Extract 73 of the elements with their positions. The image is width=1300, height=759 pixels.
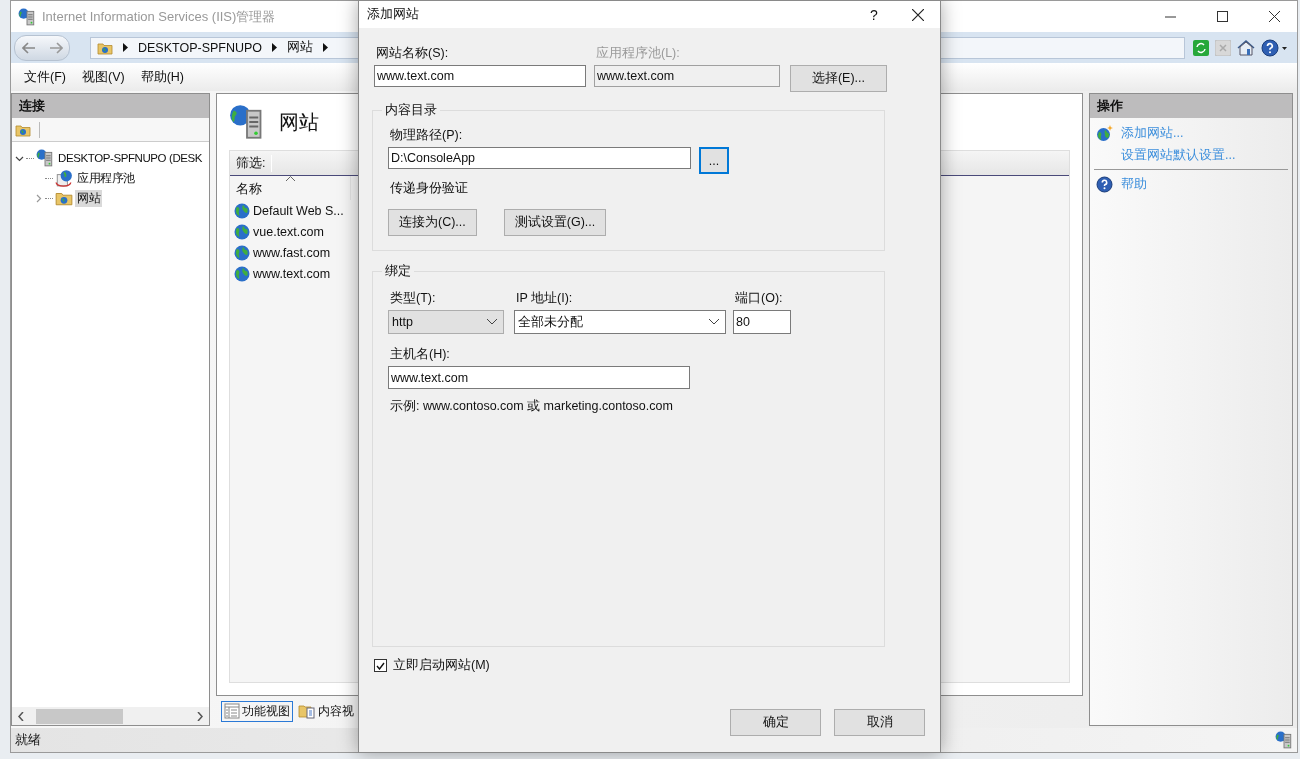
- back-icon[interactable]: [21, 41, 36, 54]
- refresh-icon[interactable]: [1193, 39, 1209, 56]
- scroll-right-icon[interactable]: [197, 711, 203, 721]
- menu-item[interactable]: 帮助(H): [140, 68, 184, 86]
- view-tab[interactable]: 功能视图: [221, 700, 293, 722]
- tree-item[interactable]: 应用程序池: [75, 169, 137, 187]
- page-title: 网站: [279, 109, 319, 135]
- group-title: 绑定: [384, 263, 412, 280]
- server-status-icon: [1275, 731, 1293, 749]
- site-name-field[interactable]: www.text.com: [374, 65, 586, 87]
- dialog-title: 添加网站: [367, 6, 420, 23]
- auth-label: 传递身份验证: [389, 180, 469, 197]
- group-title: 内容目录: [384, 102, 438, 119]
- checkbox[interactable]: [374, 659, 387, 672]
- field-label: 主机名(H):: [389, 346, 451, 362]
- dropdown[interactable]: http: [388, 310, 504, 334]
- close-icon[interactable]: [912, 8, 924, 21]
- filter-label: 筛选:: [230, 154, 273, 172]
- site-name[interactable]: vue.text.com: [253, 224, 324, 239]
- dialog-button[interactable]: 连接为(C)...: [388, 209, 477, 236]
- globe-icon: [234, 202, 250, 219]
- host-name-field[interactable]: www.text.com: [388, 366, 690, 389]
- folder-document-icon: [298, 703, 316, 719]
- browse-button[interactable]: ...: [699, 147, 729, 174]
- dialog-button[interactable]: 测试设置(G)...: [503, 209, 607, 236]
- example-text: 示例: www.contoso.com 或 marketing.contoso.com: [389, 398, 674, 415]
- field-label: 物理路径(P):: [389, 127, 464, 143]
- menu-item[interactable]: 视图(V): [81, 68, 125, 86]
- globe-icon: [234, 223, 250, 240]
- globe-icon: [234, 265, 250, 282]
- physical-path-field[interactable]: D:\ConsoleApp: [388, 147, 691, 169]
- application-pool-icon: [55, 169, 73, 187]
- tree-item[interactable]: DESKTOP-SPFNUPO (DESK: [56, 151, 205, 165]
- site-name[interactable]: Default Web S...: [253, 203, 344, 218]
- pane-header: 连接: [12, 94, 209, 118]
- pane-header: 操作: [1090, 94, 1292, 118]
- maximize-icon[interactable]: [1216, 11, 1228, 22]
- help-button[interactable]: ?: [852, 6, 896, 23]
- dialog-button[interactable]: 确定: [730, 709, 821, 736]
- status-text: 就绪: [15, 731, 41, 749]
- home-icon[interactable]: [1237, 39, 1255, 56]
- tree-item[interactable]: 网站: [75, 189, 103, 207]
- select-button[interactable]: 选择(E)...: [790, 65, 887, 92]
- breadcrumb-arrow-icon[interactable]: [323, 43, 329, 52]
- breadcrumb-arrow-icon[interactable]: [123, 43, 128, 52]
- field-label: 网站名称(S):: [375, 45, 450, 61]
- scroll-left-icon[interactable]: [18, 711, 24, 721]
- dialog-button[interactable]: 取消: [834, 709, 925, 736]
- window-title: Internet Information Services (IIS)管理器: [42, 7, 276, 26]
- sort-caret-icon: [286, 176, 295, 181]
- breadcrumb-item[interactable]: DESKTOP-SPFNUPO: [138, 40, 263, 55]
- field-label: 应用程序池(L):: [595, 45, 681, 61]
- server-icon: [36, 149, 54, 167]
- view-tab[interactable]: 内容视: [295, 700, 357, 722]
- column-header[interactable]: 名称: [236, 181, 262, 198]
- list-view-icon: [224, 703, 240, 719]
- breadcrumb-item[interactable]: 网站: [287, 39, 314, 56]
- field-label: 类型(T):: [389, 290, 437, 306]
- dropdown[interactable]: 全部未分配: [514, 310, 726, 334]
- port-field[interactable]: 80: [733, 310, 791, 334]
- field-label: IP 地址(I):: [515, 290, 574, 306]
- close-icon[interactable]: [1268, 11, 1280, 22]
- help-icon: [1096, 175, 1113, 193]
- globe-icon: [234, 244, 250, 261]
- checkbox-label[interactable]: 立即启动网站(M): [393, 657, 490, 674]
- field-label: 端口(O):: [734, 290, 784, 306]
- site-name[interactable]: www.fast.com: [253, 245, 331, 260]
- horizontal-scrollbar[interactable]: [12, 707, 209, 725]
- site-name[interactable]: www.text.com: [253, 266, 331, 281]
- breadcrumb-arrow-icon[interactable]: [272, 43, 278, 52]
- help-menu-icon[interactable]: [1261, 38, 1287, 57]
- menu-item[interactable]: 文件(F): [24, 68, 66, 86]
- server-icon: [18, 7, 36, 26]
